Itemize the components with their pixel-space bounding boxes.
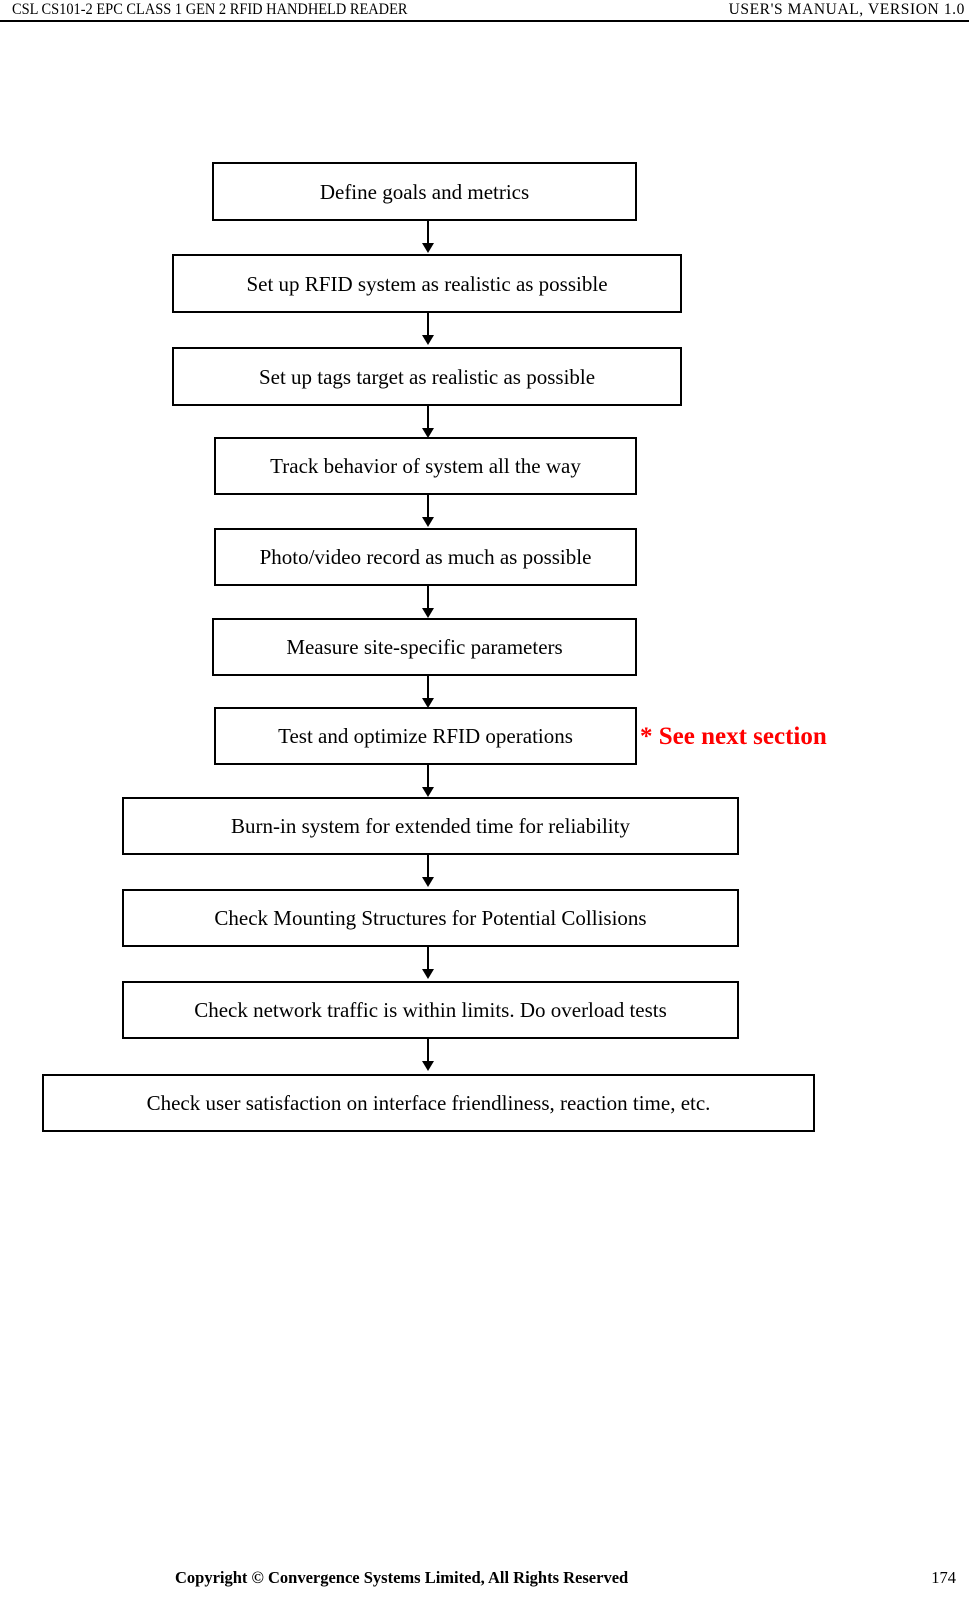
flow-box-test-optimize-rfid: Test and optimize RFID operations bbox=[214, 707, 637, 765]
flow-box-define-goals: Define goals and metrics bbox=[212, 162, 637, 221]
flow-box-setup-tags-target: Set up tags target as realistic as possi… bbox=[172, 347, 682, 406]
page-footer: Copyright © Convergence Systems Limited,… bbox=[0, 1568, 969, 1599]
flow-arrow-4 bbox=[427, 495, 429, 518]
flow-box-label: Track behavior of system all the way bbox=[270, 454, 581, 478]
flow-box-label: Define goals and metrics bbox=[319, 179, 530, 204]
flow-arrow-3 bbox=[427, 406, 429, 429]
flow-box-label: Set up RFID system as realistic as possi… bbox=[246, 271, 608, 296]
flow-arrow-8 bbox=[427, 855, 429, 878]
flow-arrow-1 bbox=[427, 221, 429, 244]
flow-box-label: Test and optimize RFID operations bbox=[278, 724, 573, 748]
flow-box-measure-site-parameters: Measure site-specific parameters bbox=[212, 618, 637, 676]
flow-box-photo-video-record: Photo/video record as much as possible bbox=[214, 528, 637, 586]
flow-arrow-5 bbox=[427, 586, 429, 609]
flow-box-label: Check network traffic is within limits. … bbox=[194, 998, 667, 1022]
flow-box-check-mounting-structures: Check Mounting Structures for Potential … bbox=[122, 889, 739, 947]
testing-process-flowchart: Define goals and metrics Set up RFID sys… bbox=[0, 0, 969, 1200]
footer-page-number: 174 bbox=[931, 1568, 956, 1587]
flow-box-label: Photo/video record as much as possible bbox=[259, 545, 592, 569]
flow-box-track-behavior: Track behavior of system all the way bbox=[214, 437, 637, 495]
see-next-section-annotation: * See next section bbox=[640, 723, 827, 750]
flow-arrow-6 bbox=[427, 676, 429, 699]
flow-box-label: Set up tags target as realistic as possi… bbox=[258, 364, 596, 389]
flow-box-setup-rfid-system: Set up RFID system as realistic as possi… bbox=[172, 254, 682, 313]
flow-arrow-2 bbox=[427, 313, 429, 336]
flow-arrow-7 bbox=[427, 765, 429, 788]
flow-box-label: Check user satisfaction on interface fri… bbox=[146, 1091, 711, 1115]
flow-box-label: Measure site-specific parameters bbox=[286, 635, 563, 659]
flow-box-label: Check Mounting Structures for Potential … bbox=[214, 906, 647, 930]
flow-arrow-9 bbox=[427, 947, 429, 970]
flow-box-check-network-traffic: Check network traffic is within limits. … bbox=[122, 981, 739, 1039]
flow-box-burn-in-system: Burn-in system for extended time for rel… bbox=[122, 797, 739, 855]
flow-arrow-10 bbox=[427, 1039, 429, 1062]
flow-box-check-user-satisfaction: Check user satisfaction on interface fri… bbox=[42, 1074, 815, 1132]
footer-copyright-text: Copyright © Convergence Systems Limited,… bbox=[175, 1568, 629, 1587]
flow-box-label: Burn-in system for extended time for rel… bbox=[231, 814, 630, 838]
